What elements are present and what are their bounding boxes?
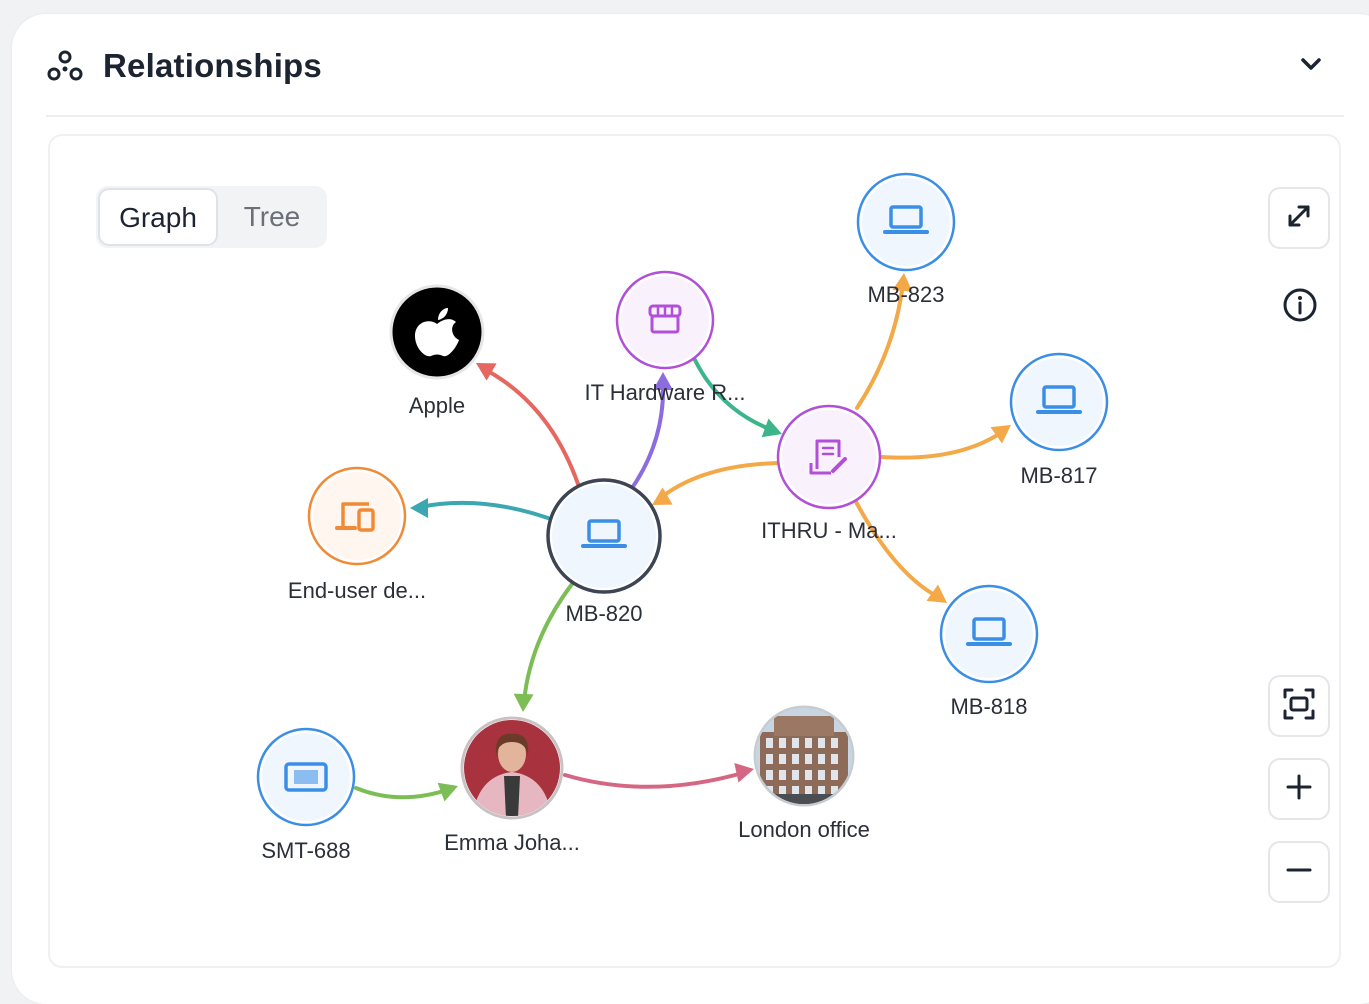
edge-ithru-mb820 — [652, 461, 781, 505]
node-label: MB-823 — [867, 282, 944, 307]
arrowhead — [437, 782, 458, 802]
node-ithw[interactable]: IT Hardware R... — [585, 270, 746, 405]
node-label: MB-820 — [565, 601, 642, 626]
node-mb817[interactable]: MB-817 — [1009, 352, 1109, 488]
edge-smt688-emma — [354, 782, 458, 802]
node-apple[interactable]: Apple — [389, 284, 485, 418]
zoom-in-button[interactable] — [1268, 758, 1330, 820]
edge-mb820-apple — [476, 363, 580, 486]
node-ithru[interactable]: ITHRU - Ma... — [761, 404, 897, 543]
edge-mb820-enduser — [410, 498, 550, 520]
node-london[interactable]: London office — [738, 705, 870, 842]
info-button[interactable] — [1280, 287, 1320, 327]
node-emma[interactable]: Emma Joha... — [444, 716, 580, 855]
node-mb823[interactable]: MB-823 — [856, 172, 956, 307]
node-enduser[interactable]: End-user de... — [288, 466, 426, 603]
node-label: IT Hardware R... — [585, 380, 746, 405]
arrowhead — [734, 762, 754, 783]
fit-to-screen-icon — [1281, 686, 1317, 727]
arrowhead — [410, 498, 428, 518]
node-label: Emma Joha... — [444, 830, 580, 855]
edge-mb820-emma — [513, 582, 574, 712]
tab-graph[interactable]: Graph — [98, 188, 218, 246]
node-label: MB-818 — [950, 694, 1027, 719]
node-mb820[interactable]: MB-820 — [546, 478, 662, 626]
node-label: SMT-688 — [261, 838, 350, 863]
node-label: London office — [738, 817, 870, 842]
zoom-out-button[interactable] — [1268, 841, 1330, 903]
expand-icon — [1282, 199, 1316, 238]
view-toggle: Graph Tree — [96, 186, 327, 248]
plus-icon — [1284, 772, 1314, 807]
arrowhead — [990, 425, 1011, 444]
node-mb818[interactable]: MB-818 — [939, 584, 1039, 719]
minus-icon — [1284, 855, 1314, 890]
edge-ithru-mb817 — [880, 425, 1011, 460]
expand-button[interactable] — [1268, 187, 1330, 249]
info-icon — [1282, 287, 1318, 328]
node-smt688[interactable]: SMT-688 — [256, 727, 356, 863]
node-label: End-user de... — [288, 578, 426, 603]
relationship-graph[interactable]: MB-820 Apple IT Hardware R... ITHRU - Ma...… — [0, 0, 1369, 985]
arrowhead — [513, 693, 534, 712]
node-label: Apple — [409, 393, 465, 418]
edge-emma-london — [563, 762, 754, 789]
edge-ithru-mb818 — [853, 498, 947, 603]
node-label: MB-817 — [1020, 463, 1097, 488]
node-label: ITHRU - Ma... — [761, 518, 897, 543]
fit-to-screen-button[interactable] — [1268, 675, 1330, 737]
tab-tree[interactable]: Tree — [222, 188, 322, 246]
